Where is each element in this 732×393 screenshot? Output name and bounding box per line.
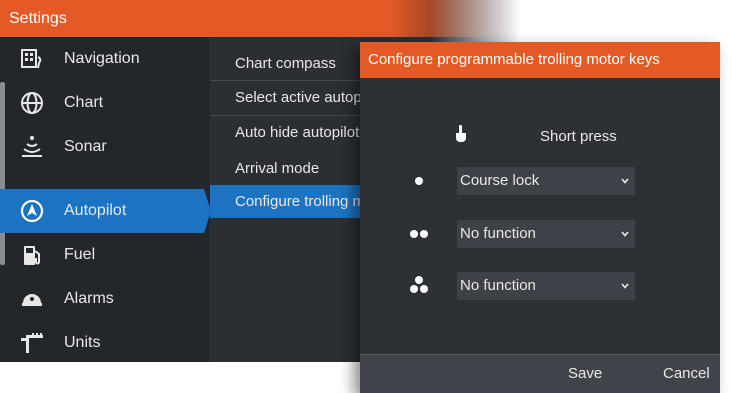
sidebar-item-units[interactable]: Units	[0, 321, 210, 362]
globe-icon	[21, 92, 43, 114]
sonar-icon	[22, 136, 42, 157]
double-dot-function-select[interactable]: No function	[457, 220, 635, 248]
autopilot-icon	[20, 199, 44, 223]
hand-cursor-icon	[456, 125, 466, 142]
select-value: No function	[460, 277, 536, 294]
sidebar-item-chart[interactable]: Chart	[0, 81, 210, 125]
double-dot-icon	[406, 224, 432, 244]
key-row-single: Course lock	[360, 167, 720, 195]
sidebar-item-label: Sonar	[64, 138, 107, 155]
sidebar-item-label: Units	[64, 334, 101, 351]
save-button[interactable]: Save	[568, 355, 602, 393]
sidebar-item-label: Alarms	[64, 290, 114, 307]
cancel-button[interactable]: Cancel	[663, 355, 710, 393]
fuel-pump-icon	[24, 246, 40, 265]
units-icon	[21, 333, 43, 353]
select-value: Course lock	[460, 172, 540, 189]
sidebar-item-autopilot[interactable]: Autopilot	[0, 189, 211, 233]
chevron-down-icon	[621, 231, 629, 237]
triple-dot-icon	[406, 276, 432, 296]
sidebar-item-navigation[interactable]: Navigation	[0, 37, 210, 81]
dialog-footer: Save Cancel	[360, 354, 720, 393]
sidebar-item-alarms[interactable]: Alarms	[0, 277, 210, 321]
short-press-heading: Short press	[540, 128, 617, 145]
single-dot-function-select[interactable]: Course lock	[457, 167, 635, 195]
single-dot-icon	[406, 171, 432, 191]
alarm-icon	[22, 294, 42, 306]
settings-sidebar: Navigation Chart Sonar Autopilot Fuel Al…	[0, 37, 211, 362]
triple-dot-function-select[interactable]: No function	[457, 272, 635, 300]
key-row-triple: No function	[360, 272, 720, 300]
sidebar-item-label: Fuel	[64, 246, 96, 263]
sidebar-item-fuel[interactable]: Fuel	[0, 233, 210, 277]
sidebar-item-label: Autopilot	[64, 202, 127, 219]
sidebar-item-label: Navigation	[64, 50, 140, 67]
sidebar-item-label: Chart	[64, 94, 104, 111]
select-value: No function	[460, 225, 536, 242]
chevron-down-icon	[621, 178, 629, 184]
navigation-icon	[21, 49, 42, 69]
sidebar-item-sonar[interactable]: Sonar	[0, 125, 210, 169]
chevron-down-icon	[621, 283, 629, 289]
dialog-title: Configure programmable trolling motor ke…	[360, 42, 720, 78]
configure-keys-dialog: Configure programmable trolling motor ke…	[360, 42, 720, 393]
key-row-double: No function	[360, 220, 720, 248]
